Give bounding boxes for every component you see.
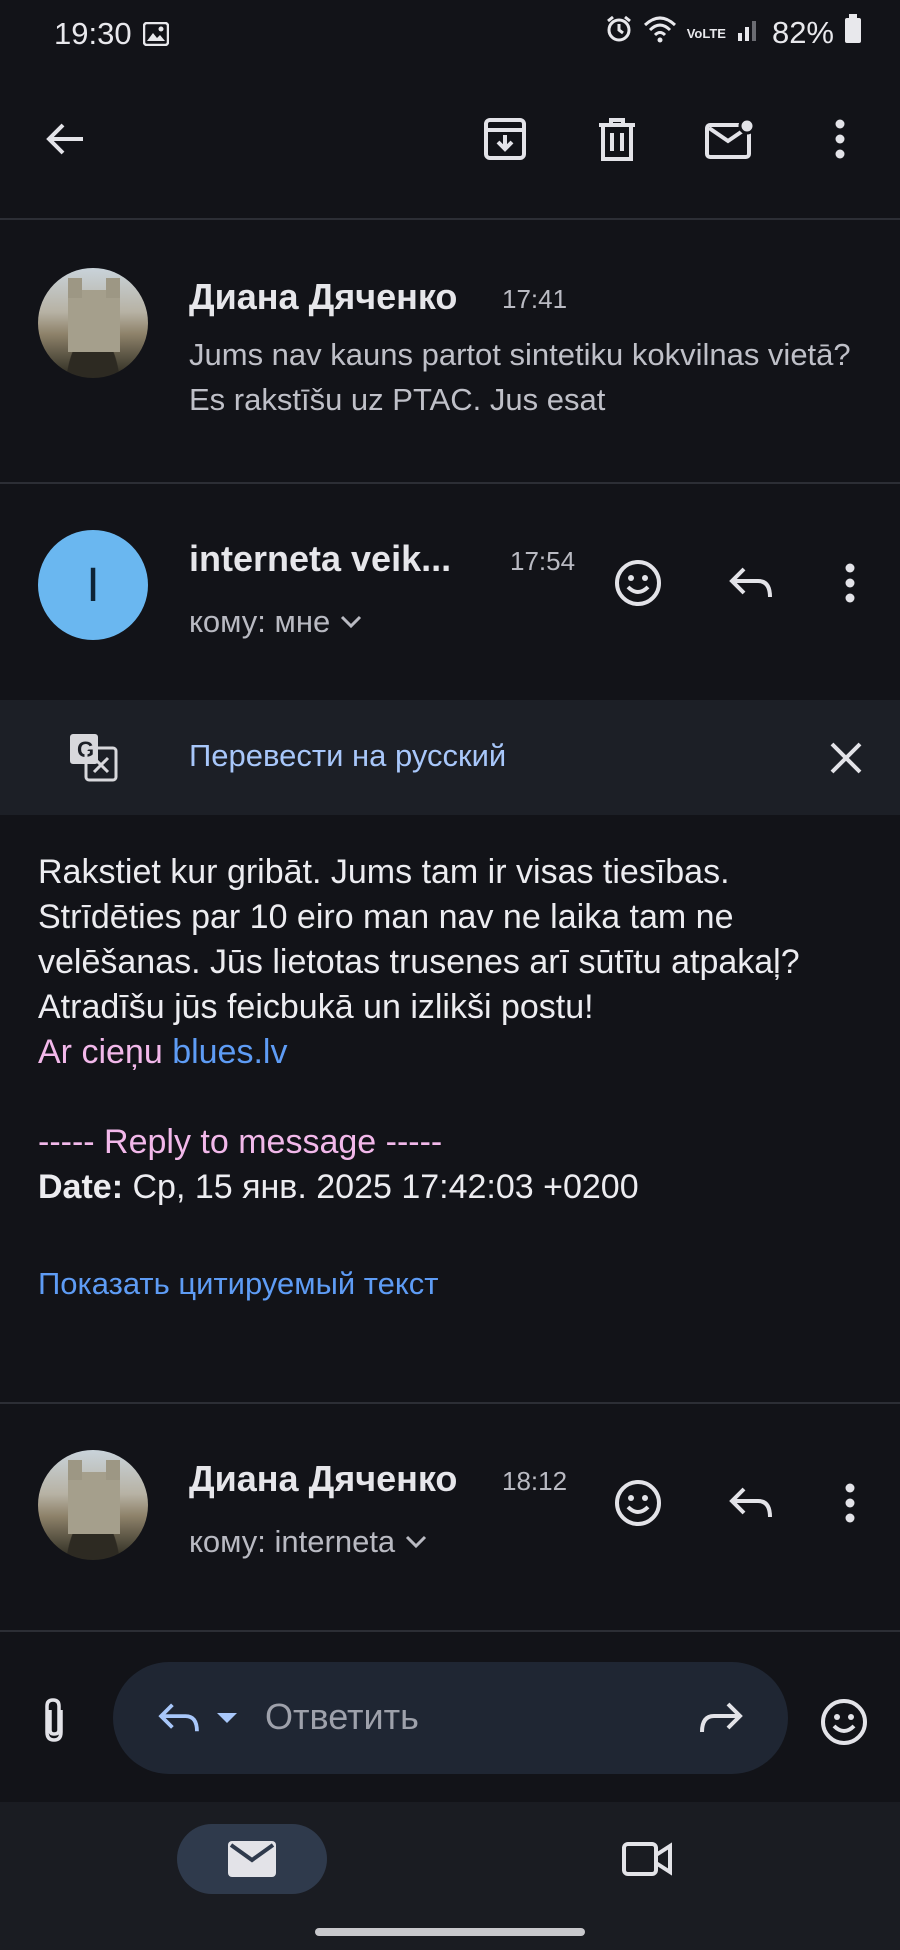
react-emoji-button[interactable] bbox=[605, 550, 671, 616]
attach-button[interactable] bbox=[24, 1690, 84, 1750]
nav-meet[interactable] bbox=[612, 1824, 682, 1894]
message-more-button[interactable] bbox=[820, 1470, 880, 1536]
recipients-toggle[interactable]: кому: мне bbox=[189, 604, 362, 640]
message-time: 17:54 bbox=[510, 546, 576, 576]
body-paragraph: Rakstiet kur gribāt. Jums tam ir visas t… bbox=[38, 853, 800, 1026]
divider bbox=[0, 1630, 900, 1632]
message-snippet: Jums nav kauns partot sintetiku kokvilna… bbox=[189, 337, 851, 417]
forward-button[interactable] bbox=[693, 1692, 749, 1744]
video-camera-icon bbox=[622, 1842, 672, 1876]
bottom-navigation bbox=[0, 1802, 900, 1950]
battery-percent: 82% bbox=[771, 15, 834, 50]
mark-unread-icon bbox=[705, 119, 755, 159]
nav-mail[interactable] bbox=[177, 1824, 327, 1894]
reply-header: ----- Reply to message ----- bbox=[38, 1123, 443, 1161]
arrow-left-icon bbox=[46, 123, 83, 155]
signal-icon bbox=[736, 15, 762, 51]
message-more-button[interactable] bbox=[820, 550, 880, 616]
more-vert-icon bbox=[835, 119, 845, 159]
home-indicator[interactable] bbox=[315, 1928, 585, 1936]
reply-placeholder: Ответить bbox=[265, 1696, 419, 1737]
battery-icon bbox=[844, 14, 862, 52]
avatar bbox=[38, 1450, 148, 1560]
reply-input[interactable]: Ответить bbox=[113, 1662, 788, 1774]
show-quoted-text-link[interactable]: Показать цитируемый текст bbox=[38, 1266, 439, 1302]
emoji-icon bbox=[615, 560, 661, 606]
back-button[interactable] bbox=[30, 104, 100, 174]
avatar: I bbox=[38, 530, 148, 640]
more-vert-icon bbox=[845, 563, 855, 603]
top-app-bar bbox=[0, 72, 900, 212]
emoji-button[interactable] bbox=[812, 1690, 876, 1754]
avatar bbox=[38, 268, 148, 378]
date-label: Date: bbox=[38, 1168, 124, 1206]
more-vert-icon bbox=[845, 1483, 855, 1523]
message-time: 17:41 bbox=[502, 284, 568, 314]
chevron-down-icon bbox=[406, 1535, 427, 1549]
archive-icon bbox=[484, 118, 526, 160]
sender-name[interactable]: Диана Дяченко bbox=[189, 1458, 457, 1500]
delete-button[interactable] bbox=[582, 104, 652, 174]
caret-down-icon bbox=[217, 1713, 237, 1723]
sender-name[interactable]: interneta veik... bbox=[189, 538, 451, 580]
emoji-icon bbox=[615, 1480, 661, 1526]
archive-button[interactable] bbox=[470, 104, 540, 174]
website-link[interactable]: blues.lv bbox=[172, 1033, 287, 1071]
recipients-label: кому: interneta bbox=[189, 1524, 396, 1559]
translate-link[interactable]: Перевести на русский bbox=[189, 738, 506, 774]
chevron-down-icon bbox=[341, 615, 362, 629]
more-options-button[interactable] bbox=[810, 104, 870, 174]
avatar-letter: I bbox=[86, 558, 100, 612]
emoji-icon bbox=[821, 1699, 867, 1745]
close-translate-button[interactable] bbox=[818, 730, 874, 786]
regards-text: Ar cieņu bbox=[38, 1033, 163, 1071]
reply-icon bbox=[158, 1703, 199, 1732]
gallery-notification-icon bbox=[142, 21, 170, 51]
trash-icon bbox=[599, 118, 635, 161]
volte-icon: VoLTE bbox=[686, 25, 726, 41]
close-icon bbox=[830, 742, 862, 774]
status-bar: 19:30 VoLTE 82% bbox=[0, 0, 900, 72]
message-header: I interneta veik... 17:54 кому: мне bbox=[0, 484, 900, 700]
reply-icon bbox=[729, 567, 772, 598]
status-time: 19:30 bbox=[54, 16, 132, 51]
mark-unread-button[interactable] bbox=[695, 104, 765, 174]
alarm-icon bbox=[605, 15, 633, 51]
recipients-toggle[interactable]: кому: interneta bbox=[189, 1524, 427, 1560]
message-body: Rakstiet kur gribāt. Jums tam ir visas t… bbox=[38, 850, 873, 1210]
reply-button[interactable] bbox=[718, 550, 784, 616]
translate-icon: G bbox=[68, 732, 118, 787]
message-header: Диана Дяченко 18:12 кому: interneta bbox=[0, 1404, 900, 1630]
reply-icon bbox=[729, 1487, 772, 1518]
mail-icon bbox=[228, 1841, 276, 1877]
reply-button[interactable] bbox=[718, 1470, 784, 1536]
paperclip-icon bbox=[45, 1698, 63, 1742]
message-time: 18:12 bbox=[502, 1466, 568, 1496]
forward-icon bbox=[700, 1702, 743, 1733]
react-emoji-button[interactable] bbox=[605, 1470, 671, 1536]
sender-name: Диана Дяченко bbox=[189, 276, 458, 317]
wifi-icon bbox=[643, 15, 677, 51]
date-value: Ср, 15 янв. 2025 17:42:03 +0200 bbox=[132, 1168, 639, 1206]
translate-bar: G Перевести на русский bbox=[0, 700, 900, 815]
reply-type-selector[interactable] bbox=[143, 1696, 253, 1740]
collapsed-message[interactable]: Диана Дяченко 17:41 Jums nav kauns parto… bbox=[0, 220, 900, 482]
recipients-label: кому: мне bbox=[189, 604, 331, 639]
